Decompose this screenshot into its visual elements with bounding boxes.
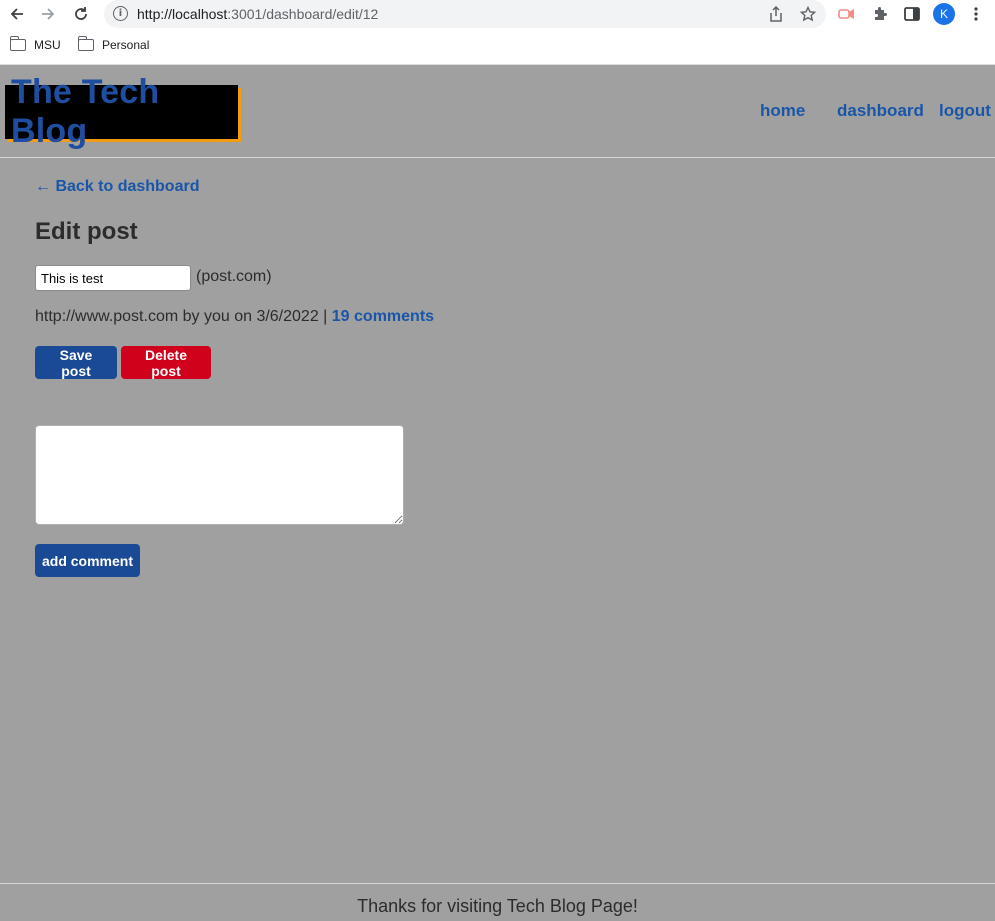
comments-count-link[interactable]: 19 comments <box>332 308 434 325</box>
address-bar[interactable]: i http://localhost:3001/dashboard/edit/1… <box>104 0 826 28</box>
bookmark-label: Personal <box>102 38 150 52</box>
bookmark-star-icon[interactable] <box>799 5 817 23</box>
back-to-dashboard-link[interactable]: ← Back to dashboard <box>35 178 199 196</box>
side-panel-icon[interactable] <box>902 4 922 24</box>
footer-text: Thanks for visiting Tech Blog Page! <box>357 896 638 916</box>
folder-icon <box>9 36 26 51</box>
page-title: Edit post <box>35 218 138 245</box>
site-footer: Thanks for visiting Tech Blog Page! <box>0 883 995 921</box>
post-domain: (post.com) <box>196 268 272 285</box>
bookmark-msu[interactable]: MSU <box>9 36 61 52</box>
logo-text: The Tech Blog <box>11 73 160 150</box>
share-icon[interactable] <box>767 5 785 23</box>
post-meta-text: http://www.post.com by you on 3/6/2022 | <box>35 308 328 325</box>
page: The Tech Blog home dashboard logout ← Ba… <box>0 65 995 921</box>
save-post-button[interactable]: Save post <box>35 346 117 379</box>
add-comment-button[interactable]: add comment <box>35 544 140 577</box>
menu-kebab-icon[interactable] <box>966 4 986 24</box>
reload-icon[interactable] <box>70 4 92 24</box>
browser-toolbar: i http://localhost:3001/dashboard/edit/1… <box>0 0 995 29</box>
site-info-icon[interactable]: i <box>113 6 128 21</box>
back-arrow-icon[interactable] <box>6 4 28 24</box>
nav-home-link[interactable]: home <box>760 101 805 121</box>
extensions-puzzle-icon[interactable] <box>870 4 890 24</box>
bookmark-personal[interactable]: Personal <box>77 36 150 52</box>
post-meta: http://www.post.com by you on 3/6/2022 |… <box>35 308 434 326</box>
forward-arrow-icon[interactable] <box>37 4 59 24</box>
extension-record-icon[interactable] <box>837 4 857 24</box>
bookmark-label: MSU <box>34 38 61 52</box>
bookmarks-bar: MSU Personal <box>0 29 995 65</box>
nav-dashboard-link[interactable]: dashboard <box>837 101 924 121</box>
folder-icon <box>77 36 94 51</box>
profile-avatar[interactable]: K <box>933 3 955 25</box>
site-logo[interactable]: The Tech Blog <box>5 73 238 150</box>
url-path: :3001/dashboard/edit/12 <box>227 6 379 22</box>
nav-logout-link[interactable]: logout <box>939 101 991 121</box>
comment-textarea[interactable] <box>35 425 404 525</box>
delete-post-button[interactable]: Delete post <box>121 346 211 379</box>
site-header: The Tech Blog home dashboard logout <box>0 65 995 158</box>
url-text: http://localhost:3001/dashboard/edit/12 <box>137 6 378 22</box>
post-title-input[interactable] <box>35 265 191 291</box>
url-host: http://localhost <box>137 6 228 22</box>
